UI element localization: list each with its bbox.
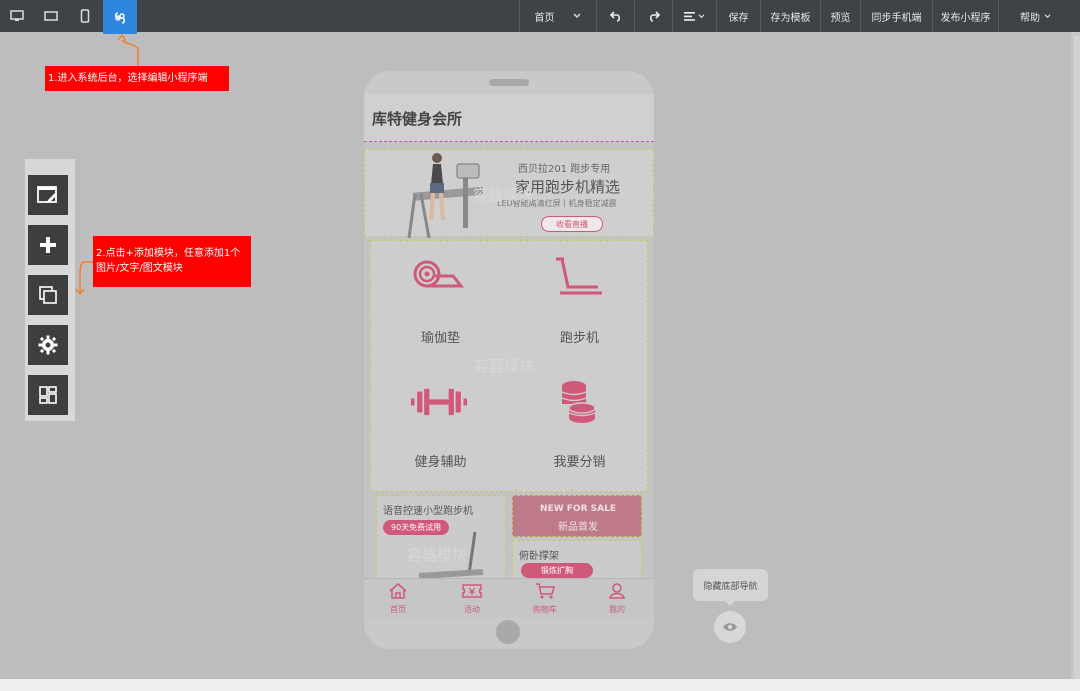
layout-icon: [39, 386, 57, 404]
add-module-button[interactable]: [28, 225, 68, 265]
phone-speaker: [489, 79, 529, 86]
tab-cart[interactable]: 购物车: [515, 583, 575, 615]
app-header[interactable]: 库特健身会所: [364, 94, 654, 142]
arrow-to-add-module: [79, 261, 93, 292]
cart-icon: [536, 583, 555, 599]
product-card-pushup[interactable]: 俯卧撑架 锻炼扩胸: [512, 540, 642, 581]
watch-live-button[interactable]: 收看直播: [541, 216, 603, 232]
save-template-button[interactable]: 存为模板: [760, 0, 820, 32]
bottom-tab-bar: 首页 活动 购物车 我的: [364, 578, 654, 618]
chevron-down-icon: [573, 13, 580, 18]
copy-icon: [39, 286, 57, 304]
dumbbell-icon: [411, 388, 467, 416]
edit-page-button[interactable]: [28, 175, 68, 215]
banner-module[interactable]: 西贝拉201 跑步专用 家用跑步机精选 LED智能高清红屏丨机身稳定减震 容器模…: [364, 149, 654, 238]
undo-button[interactable]: [596, 0, 634, 32]
grid-item-yoga-mat[interactable]: 瑜伽垫: [371, 241, 510, 367]
module-tool-panel: [25, 159, 75, 421]
chevron-down-icon: [698, 13, 705, 18]
icon-grid-module: 容器模块 瑜伽垫 跑步机 健身辅助 我要分销: [370, 240, 648, 492]
banner-subtitle: 西贝拉201 跑步专用: [518, 164, 611, 175]
app-title: 库特健身会所: [372, 110, 463, 128]
annotation-step-2: 2.点击+添加模块，任意添加1个图片/文字/图文模块: [93, 236, 251, 287]
tab-mine[interactable]: 我的: [587, 583, 647, 615]
hide-bottom-nav-tooltip: 隐藏底部导航: [693, 569, 768, 601]
phone-home-button: [496, 620, 520, 644]
align-icon: [684, 11, 695, 21]
phone-preview: 库特健身会所 西贝拉201 跑步专用 家用跑步机精选 LED智能高清红屏丨机身稳…: [364, 71, 654, 649]
layout-button[interactable]: [28, 375, 68, 415]
promo-card-new-for-sale[interactable]: NEW FOR SALE 新品首发: [512, 495, 642, 537]
container-watermark: 容器模块: [473, 186, 534, 204]
eye-icon: [723, 623, 737, 631]
chevron-down-icon: [1044, 13, 1051, 18]
page-select-label: 首页: [534, 12, 555, 24]
hide-nav-toggle-button[interactable]: [714, 611, 746, 643]
redo-button[interactable]: [634, 0, 672, 32]
arrow-to-miniprogram: [121, 39, 139, 66]
vertical-scrollbar[interactable]: [1074, 36, 1080, 679]
tab-activity[interactable]: 活动: [442, 583, 502, 615]
settings-icon: [38, 335, 58, 355]
publish-miniprogram-button[interactable]: 发布小程序: [932, 0, 998, 32]
copy-module-button[interactable]: [28, 275, 68, 315]
coins-icon: [561, 381, 596, 423]
treadmill-icon: [556, 257, 602, 295]
redo-icon: [649, 10, 660, 22]
align-dropdown[interactable]: [672, 0, 716, 32]
grid-item-distribution[interactable]: 我要分销: [510, 367, 649, 493]
grid-item-fitness-aid[interactable]: 健身辅助: [371, 367, 510, 493]
home-icon: [389, 583, 407, 599]
preview-button[interactable]: 预览: [820, 0, 860, 32]
grid-item-treadmill[interactable]: 跑步机: [510, 241, 649, 367]
help-dropdown[interactable]: 帮助: [998, 0, 1072, 32]
phone-screen: 库特健身会所 西贝拉201 跑步专用 家用跑步机精选 LED智能高清红屏丨机身稳…: [364, 94, 654, 618]
tab-home[interactable]: 首页: [368, 583, 428, 615]
save-button[interactable]: 保存: [716, 0, 760, 32]
yoga-mat-icon: [413, 260, 465, 288]
settings-button[interactable]: [28, 325, 68, 365]
bottom-status-bar: [0, 679, 1080, 691]
tooltip-pointer: [724, 600, 736, 606]
sync-mobile-button[interactable]: 同步手机端: [860, 0, 932, 32]
ticket-icon: [462, 584, 482, 598]
mini-treadmill-image: [418, 531, 484, 579]
product-card-treadmill[interactable]: 语音控速小型跑步机 90天免费试用 容器模块: [376, 495, 506, 581]
undo-icon: [609, 10, 620, 22]
user-icon: [609, 583, 625, 599]
edit-page-icon: [37, 186, 57, 203]
add-module-icon: [40, 237, 56, 253]
annotation-step-1: 1.进入系统后台，选择编辑小程序端: [45, 66, 229, 91]
page-select-dropdown[interactable]: 首页: [519, 0, 595, 32]
